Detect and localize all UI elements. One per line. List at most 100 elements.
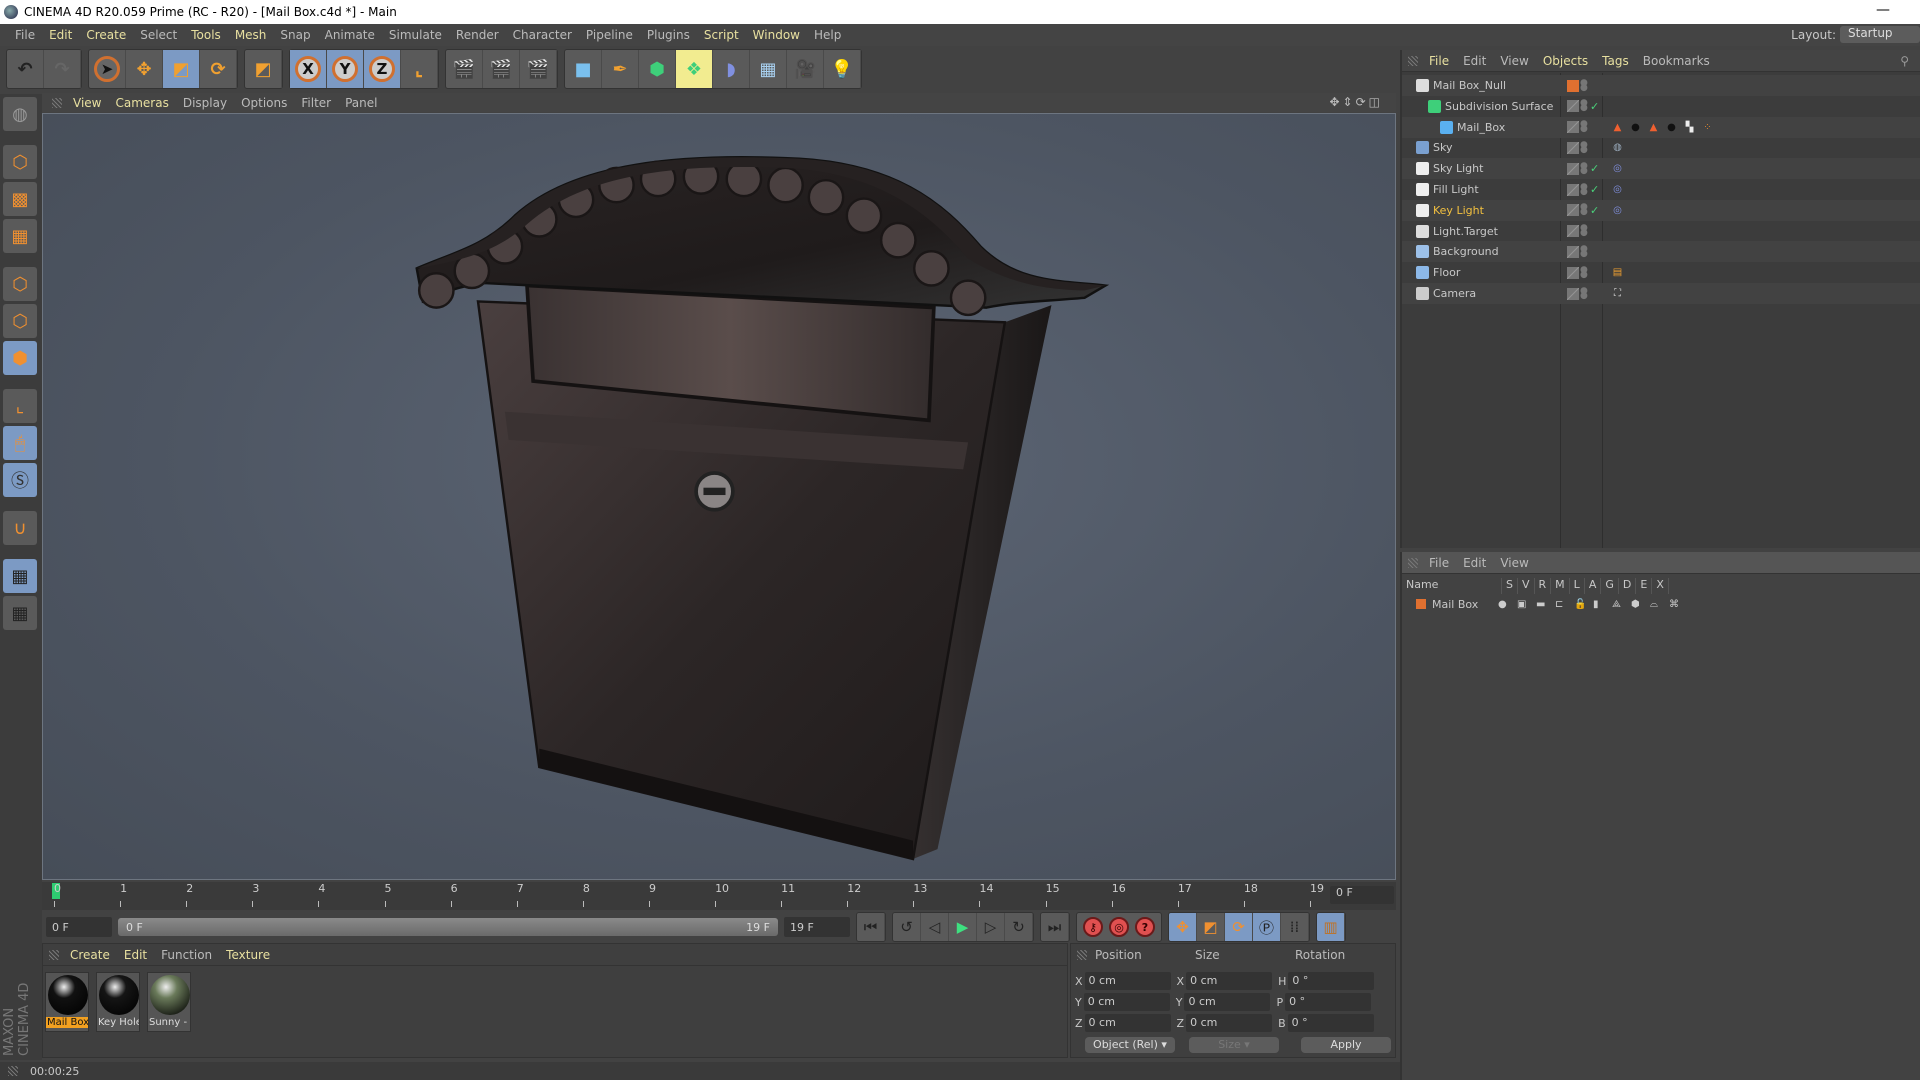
key-position-button[interactable]: ✥	[1169, 913, 1197, 941]
editor-render-visibility-dots[interactable]: ● ●	[1580, 120, 1588, 134]
layer-menu-edit[interactable]: Edit	[1456, 556, 1493, 570]
visibility-toggle[interactable]	[1567, 162, 1579, 175]
visibility-toggle[interactable]	[1567, 245, 1579, 258]
enabled-checkmark-icon[interactable]: ✓	[1590, 100, 1599, 113]
object-row[interactable]: Light.Target ● ●	[1402, 221, 1920, 242]
enabled-checkmark-icon[interactable]: ✓	[1590, 183, 1599, 196]
keyframe-selection-button[interactable]: ?	[1135, 917, 1155, 937]
coordinate-system-button[interactable]: ⌞	[401, 50, 438, 88]
object-menu-file[interactable]: File	[1422, 54, 1456, 68]
viewport-navigation-icons[interactable]: ✥⇕⟳◫	[1322, 95, 1390, 109]
rotation-b-field[interactable]: 0 °	[1287, 1014, 1374, 1032]
live-selection-button[interactable]: ➤	[89, 50, 126, 88]
position-z-field[interactable]: 0 cm	[1084, 1014, 1171, 1032]
menu-render[interactable]: Render	[449, 28, 506, 42]
object-row[interactable]: Sky ● ● ◍	[1402, 137, 1920, 158]
editor-render-visibility-dots[interactable]: ● ●	[1580, 244, 1588, 258]
visibility-toggle[interactable]	[1567, 183, 1579, 196]
object-row[interactable]: Background ● ●	[1402, 241, 1920, 263]
texture-mode-button[interactable]: ▩	[3, 182, 37, 216]
viewport-menu-filter[interactable]: Filter	[294, 96, 338, 110]
visibility-toggle[interactable]	[1567, 100, 1579, 113]
end-frame-field[interactable]: 19 F	[784, 917, 850, 937]
axis-mode-button[interactable]: ⌞	[3, 389, 37, 423]
layout-selector[interactable]: Layout: Startup	[1791, 26, 1920, 43]
object-name-cell[interactable]: Sky	[1416, 141, 1452, 155]
object-row[interactable]: Subdivision Surface ● ● ✓	[1402, 96, 1920, 117]
key-scale-button[interactable]: ◩	[1197, 913, 1225, 941]
generators-toggle-icon[interactable]: ⟁	[1612, 599, 1625, 610]
protection-tag-icon[interactable]: ⛶	[1610, 286, 1625, 301]
layer-column-a[interactable]: A	[1585, 578, 1602, 594]
editor-render-visibility-dots[interactable]: ● ●	[1580, 265, 1588, 279]
visible-toggle-icon[interactable]: ▣	[1517, 599, 1530, 610]
layer-column-g[interactable]: G	[1601, 578, 1619, 594]
menu-mesh[interactable]: Mesh	[228, 28, 274, 42]
visibility-toggle[interactable]	[1567, 141, 1579, 154]
rotation-p-field[interactable]: 0 °	[1285, 993, 1372, 1011]
object-name-cell[interactable]: Fill Light	[1416, 183, 1479, 196]
enabled-checkmark-icon[interactable]: ✓	[1590, 162, 1599, 175]
size-y-field[interactable]: 0 cm	[1184, 993, 1271, 1011]
layer-column-name[interactable]: Name	[1402, 578, 1502, 594]
object-name-cell[interactable]: Sky Light	[1416, 162, 1483, 176]
layer-menu-view[interactable]: View	[1493, 556, 1535, 570]
visibility-toggle[interactable]	[1567, 266, 1579, 279]
make-editable-button[interactable]: ◍	[3, 97, 37, 131]
layer-column-s[interactable]: S	[1502, 578, 1518, 594]
material-swatch[interactable]: Mail Box	[45, 972, 89, 1032]
render-view-button[interactable]: 🎬	[446, 50, 483, 88]
next-key-button[interactable]: ↻	[1005, 913, 1033, 941]
object-row[interactable]: Key Light ● ● ✓ ◎	[1402, 199, 1920, 221]
record-keys-button[interactable]: ⚷	[1083, 917, 1103, 937]
manager-toggle-icon[interactable]: ⊏	[1555, 599, 1568, 610]
material-swatch[interactable]: Sunny -	[147, 972, 191, 1032]
object-name-cell[interactable]: Camera	[1416, 287, 1476, 300]
layer-menu-file[interactable]: File	[1422, 556, 1456, 570]
layout-dropdown[interactable]: Startup	[1840, 26, 1920, 43]
go-to-end-button[interactable]: ⏭	[1041, 913, 1069, 941]
editor-render-visibility-dots[interactable]: ● ●	[1580, 224, 1588, 238]
layer-column-v[interactable]: V	[1518, 578, 1535, 594]
xref-toggle-icon[interactable]: ⌘	[1669, 599, 1682, 610]
camera-button[interactable]: 🎥	[787, 50, 824, 88]
viewport-menu-options[interactable]: Options	[234, 96, 294, 110]
object-name-cell[interactable]: Background	[1416, 245, 1499, 259]
object-menu-bookmarks[interactable]: Bookmarks	[1636, 54, 1717, 68]
move-tool-button[interactable]: ✥	[126, 50, 163, 88]
menu-create[interactable]: Create	[79, 28, 133, 42]
target-tag-icon[interactable]: ◎	[1610, 182, 1625, 197]
object-row[interactable]: Mail_Box ● ● ▲ ● ▲ ● ▚ ⁘	[1402, 116, 1920, 138]
redo-button[interactable]: ↷	[44, 50, 81, 88]
3d-viewport[interactable]	[42, 113, 1396, 880]
layer-column-l[interactable]: L	[1570, 578, 1585, 594]
layer-column-r[interactable]: R	[1535, 578, 1552, 594]
size-mode-dropdown[interactable]: Size ▾	[1189, 1037, 1279, 1053]
render-tag-icon[interactable]: ▤	[1610, 265, 1625, 280]
play-button[interactable]: ▶	[949, 913, 977, 941]
tweak-mode-button[interactable]: 🖱	[3, 426, 37, 460]
position-y-field[interactable]: 0 cm	[1083, 993, 1170, 1011]
expressions-toggle-icon[interactable]: ⌓	[1650, 599, 1663, 610]
enabled-checkmark-icon[interactable]: ✓	[1590, 204, 1599, 217]
visibility-toggle[interactable]	[1567, 287, 1579, 300]
object-name-cell[interactable]: Light.Target	[1416, 224, 1498, 238]
material-swatch[interactable]: Key Hole	[96, 972, 140, 1032]
material-tag-icon[interactable]: ●	[1628, 120, 1643, 135]
last-tool-button[interactable]: ◩	[245, 50, 282, 88]
previous-frame-button[interactable]: ◁	[921, 913, 949, 941]
key-point-level-button[interactable]: ⁞⁞	[1281, 913, 1309, 941]
z-axis-lock-button[interactable]: Z	[364, 50, 401, 88]
position-x-field[interactable]: 0 cm	[1084, 972, 1171, 990]
editor-render-visibility-dots[interactable]: ● ●	[1580, 140, 1588, 154]
object-menu-objects[interactable]: Objects	[1536, 54, 1595, 68]
viewport-menu-cameras[interactable]: Cameras	[108, 96, 175, 110]
editor-render-visibility-dots[interactable]: ● ●	[1580, 99, 1588, 113]
viewport-menu-panel[interactable]: Panel	[338, 96, 384, 110]
cloner-button[interactable]: ❖	[676, 50, 713, 88]
material-menu-texture[interactable]: Texture	[219, 948, 277, 962]
layer-column-e[interactable]: E	[1636, 578, 1653, 594]
pen-button[interactable]: ✒	[602, 50, 639, 88]
y-axis-lock-button[interactable]: Y	[327, 50, 364, 88]
menu-script[interactable]: Script	[697, 28, 746, 42]
